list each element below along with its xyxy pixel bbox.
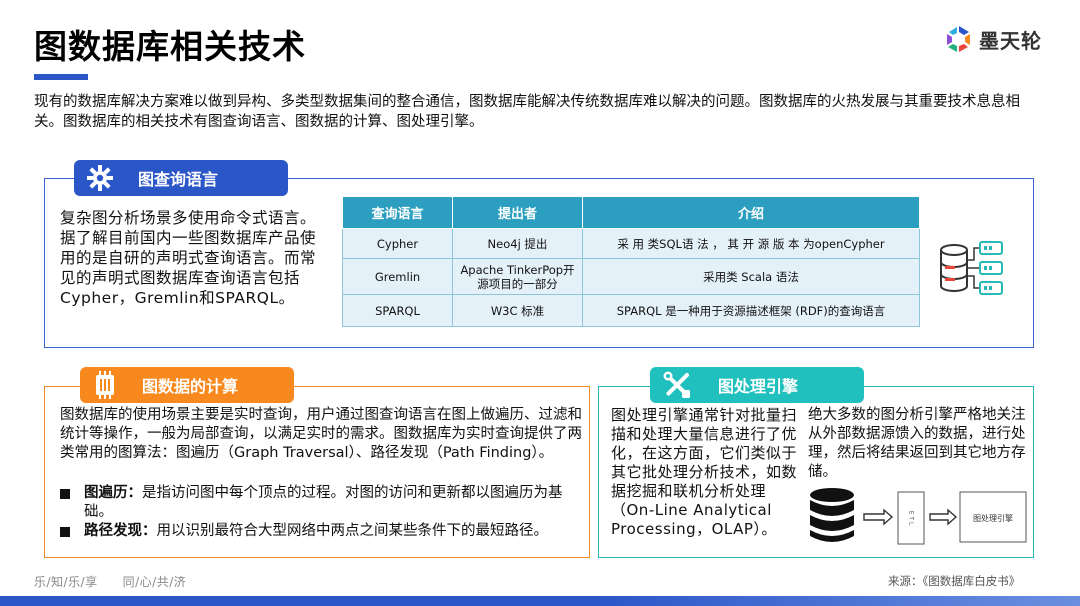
table-cell: SPARQL 是一种用于资源描述框架 (RDF)的查询语言 xyxy=(582,294,920,327)
title-underline xyxy=(34,74,88,80)
table-row: Cypher Neo4j 提出 采 用 类SQL语 法 ， 其 开 源 版 本 … xyxy=(342,228,920,259)
query-language-table: 查询语言 提出者 介绍 Cypher Neo4j 提出 采 用 类SQL语 法 … xyxy=(342,196,920,327)
tools-icon xyxy=(660,367,694,403)
graph-compute-description: 图数据库的使用场景主要是实时查询，用户通过图查询语言在图上做遍历、过滤和统计等操… xyxy=(60,407,582,461)
arrow-right-icon xyxy=(929,508,958,526)
graph-engine-description: 图处理引擎通常针对批量扫描和处理大量信息进行了优化，在这方面，它们类似于其它批处… xyxy=(611,406,798,538)
bullet-graph-traversal: 图遍历：是指访问图中每个顶点的过程。对图的访问和更新都以图遍历为基础。 xyxy=(60,484,582,522)
brand-logo[interactable]: 墨天轮 xyxy=(943,22,1055,56)
query-language-tab: 图查询语言 xyxy=(74,160,288,196)
footer-source: 来源：《图数据库白皮书》 xyxy=(888,574,1021,588)
graph-compute-tab-label: 图数据的计算 xyxy=(142,377,239,396)
database-network-icon xyxy=(940,241,1003,295)
etl-label: E T L xyxy=(908,511,915,526)
graph-engine-tab-label: 图处理引擎 xyxy=(718,377,799,396)
database-icon xyxy=(810,488,854,542)
bullet-text: 用以识别最符合大型网络中两点之间某些条件下的最短路径。 xyxy=(156,523,549,539)
intro-paragraph: 现有的数据库解决方案难以做到异构、多类型数据集间的整合通信，图数据库能解决传统数… xyxy=(34,94,1020,130)
brand-name: 墨天轮 xyxy=(979,28,1042,53)
bullet-square-icon xyxy=(60,527,70,537)
etl-flow-diagram: E T L 图处理引擎 xyxy=(810,488,1027,545)
query-language-tab-label: 图查询语言 xyxy=(138,170,219,189)
table-cell: W3C 标准 xyxy=(452,294,583,327)
table-header-cell: 查询语言 xyxy=(342,196,453,229)
graph-compute-tab: 图数据的计算 xyxy=(80,367,294,403)
gear-icon xyxy=(80,160,120,196)
arrow-right-icon xyxy=(863,508,894,526)
query-language-description: 复杂图分析场景多使用命令式语言。据了解目前国内一些图数据库产品使用的是自研的声明… xyxy=(60,209,317,307)
table-cell: 采用类 Scala 语法 xyxy=(582,258,920,295)
footer-bar xyxy=(0,596,1080,606)
table-header-cell: 提出者 xyxy=(452,196,583,229)
graph-engine-tab: 图处理引擎 xyxy=(650,367,864,403)
bullet-text: 是指访问图中每个顶点的过程。对图的访问和更新都以图遍历为基础。 xyxy=(84,485,563,520)
table-row: SPARQL W3C 标准 SPARQL 是一种用于资源描述框架 (RDF)的查… xyxy=(342,294,920,327)
table-cell: Neo4j 提出 xyxy=(452,228,583,259)
bullet-square-icon xyxy=(60,489,70,499)
table-cell: Cypher xyxy=(342,228,453,259)
graph-engine-workflow-text: 绝大多数的图分析引擎严格地关注从外部数据源馈入的数据，进行处理，然后将结果返回到… xyxy=(808,407,1026,480)
footer-slogan: 乐/知/乐/享 同/心/共/济 xyxy=(34,575,187,589)
table-cell: Gremlin xyxy=(342,258,453,295)
page-title: 图数据库相关技术 xyxy=(34,27,306,66)
brand-logo-icon xyxy=(947,26,970,52)
table-header-cell: 介绍 xyxy=(582,196,920,229)
bullet-path-finding: 路径发现：用以识别最符合大型网络中两点之间某些条件下的最短路径。 xyxy=(60,522,582,541)
table-cell: Apache TinkerPop开源项目的一部分 xyxy=(452,258,583,295)
table-header-row: 查询语言 提出者 介绍 xyxy=(342,196,920,229)
chip-icon xyxy=(88,367,122,403)
table-cell: SPARQL xyxy=(342,294,453,327)
engine-box-label: 图处理引擎 xyxy=(973,513,1013,523)
bullet-term: 路径发现： xyxy=(84,523,157,539)
table-row: Gremlin Apache TinkerPop开源项目的一部分 采用类 Sca… xyxy=(342,258,920,295)
bullet-term: 图遍历： xyxy=(84,485,142,501)
table-cell: 采 用 类SQL语 法 ， 其 开 源 版 本 为openCypher xyxy=(582,228,920,259)
